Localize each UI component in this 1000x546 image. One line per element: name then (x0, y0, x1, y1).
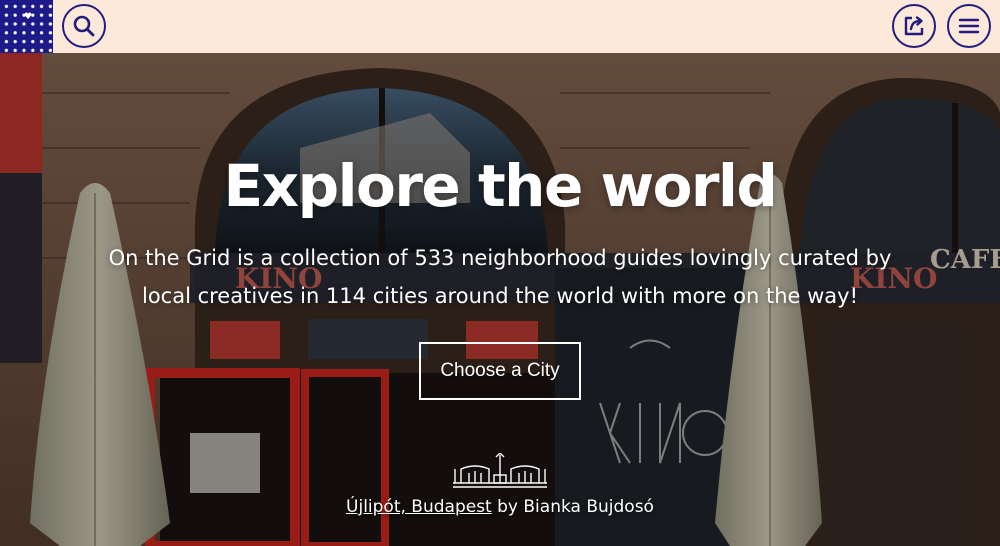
hero-subtitle: On the Grid is a collection of 533 neigh… (60, 239, 940, 315)
share-icon (904, 16, 924, 36)
heart-icon: ♥ (24, 12, 33, 22)
landmark-icon (453, 453, 547, 488)
hero-subtitle-line-1: On the Grid is a collection of 533 neigh… (108, 246, 892, 270)
choose-city-button[interactable]: Choose a City (419, 342, 581, 400)
share-button[interactable] (892, 4, 936, 48)
hero-subtitle-line-2: local creatives in 114 cities around the… (141, 284, 859, 308)
search-button[interactable] (62, 4, 106, 48)
photo-credit: Újlipót, Budapest by Bianka Bujdosó (0, 493, 1000, 521)
neighborhood-link[interactable]: Újlipót, Budapest (346, 497, 492, 517)
menu-button[interactable] (947, 4, 991, 48)
hero-title: Explore the world (223, 152, 778, 220)
site-logo[interactable]: ♥ (0, 0, 53, 53)
hero-section: KINO KINO CAFE Explore the world On the … (0, 53, 1000, 546)
top-bar: ♥ (0, 0, 1000, 53)
credit-author: by Bianka Bujdosó (491, 497, 654, 517)
menu-icon (958, 18, 980, 34)
search-icon (73, 15, 95, 37)
